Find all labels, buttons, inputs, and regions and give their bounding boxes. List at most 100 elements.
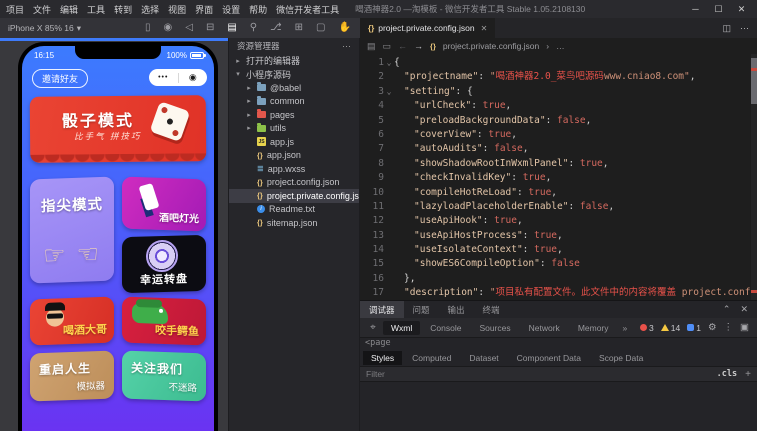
tree-item[interactable]: ▸ pages	[229, 108, 359, 122]
menu-item[interactable]: 视图	[168, 3, 186, 16]
explorer-more-icon[interactable]: ⋯	[342, 41, 351, 52]
close-button[interactable]: ✕	[732, 4, 751, 15]
tile-biting-crocodile[interactable]: 咬手鳄鱼	[122, 296, 206, 346]
menu-item[interactable]: 选择	[141, 3, 159, 16]
code-text: "projectname": "喝酒神器2.0_菜鸟吧源码www.cniao8.…	[404, 71, 696, 83]
menu-item[interactable]: 转到	[114, 3, 132, 16]
filter-input[interactable]	[366, 369, 717, 379]
code-text: "preloadBackgroundData": false,	[414, 114, 592, 126]
tree-item[interactable]: {} sitemap.json	[229, 216, 359, 230]
search-icon[interactable]: ⚲	[250, 23, 257, 33]
styles-tab[interactable]: Scope Data	[591, 351, 651, 365]
collapse-panel-icon[interactable]: ⌃	[723, 304, 731, 315]
bookmark-icon[interactable]: ▭	[383, 41, 392, 52]
undock-icon[interactable]: ▣	[740, 322, 749, 333]
styles-tab[interactable]: Component Data	[509, 351, 589, 365]
devtools-tab[interactable]: Wxml	[383, 320, 421, 335]
breadcrumb-file[interactable]: project.private.config.json	[443, 41, 539, 51]
invite-friends-button[interactable]: 邀请好友	[32, 69, 89, 88]
back-arrow-icon[interactable]: ←	[398, 41, 407, 51]
devtools-tab[interactable]: Sources	[471, 321, 518, 335]
forward-arrow-icon[interactable]: →	[414, 41, 423, 51]
maximize-button[interactable]: ☐	[709, 4, 728, 15]
debugger-tab[interactable]: 问题	[404, 301, 439, 318]
mute-icon[interactable]: ◁	[185, 23, 193, 33]
tree-arrow-icon: ▸	[247, 84, 251, 92]
tree-item[interactable]: ▸ 打开的编辑器	[229, 54, 359, 68]
tile-fingertip-mode[interactable]: 指尖模式 ☞ ☜	[30, 176, 114, 284]
tree-item[interactable]: {} project.private.config.js...	[229, 189, 359, 203]
tree-item[interactable]: ▾ 小程序源码	[229, 68, 359, 82]
menu-item[interactable]: 工具	[87, 3, 105, 16]
code-editor[interactable]: 1 ⌄{2 "projectname": "喝酒神器2.0_菜鸟吧源码www.cni…	[360, 54, 751, 300]
tree-item[interactable]: ▸ @babel	[229, 81, 359, 95]
code-line: 4 "urlCheck": true,	[360, 99, 751, 113]
gear-icon[interactable]: ⚙	[708, 322, 717, 333]
menu-item[interactable]: 文件	[33, 3, 51, 16]
editor-scrollbar[interactable]	[751, 54, 757, 300]
tree-item[interactable]: ▸ utils	[229, 122, 359, 136]
tree-item[interactable]: ≣ app.wxss	[229, 162, 359, 176]
tree-item[interactable]: ▸ common	[229, 95, 359, 109]
menu-item[interactable]: 微信开发者工具	[276, 3, 339, 16]
wxml-element-preview[interactable]: <page	[360, 338, 757, 350]
minimize-button[interactable]: ─	[686, 4, 705, 15]
error-count[interactable]: 3	[640, 323, 654, 333]
devtools-tab[interactable]: Network	[521, 321, 568, 335]
tile-lucky-wheel[interactable]: 幸运转盘	[122, 234, 206, 294]
tree-item[interactable]: {} project.config.json	[229, 176, 359, 190]
tile-bar-lights[interactable]: 酒吧灯光	[122, 176, 206, 232]
fold-icon[interactable]: ⌄	[384, 56, 394, 70]
info-count[interactable]: 1	[687, 323, 701, 333]
tab-overflow-icon[interactable]: »	[619, 323, 632, 333]
tile-follow-us[interactable]: 关注我们 不迷路	[122, 350, 206, 402]
window-icon[interactable]: ⊟	[206, 23, 214, 33]
dice-mode-banner[interactable]: 骰子模式 比手气 拼技巧	[29, 95, 207, 163]
grid-icon[interactable]: ⊞	[295, 23, 303, 33]
menu-item[interactable]: 界面	[195, 3, 213, 16]
kebab-menu-icon[interactable]: ⋮	[724, 322, 734, 333]
clipboard-icon[interactable]: ▤	[227, 23, 236, 33]
devtools-tab[interactable]: Memory	[570, 321, 617, 335]
simulator-icon[interactable]: ▯	[145, 23, 151, 33]
warning-count[interactable]: 14	[660, 323, 680, 333]
hand-icon[interactable]: ✋	[339, 23, 351, 33]
tree-item[interactable]: {} app.json	[229, 149, 359, 163]
fold-icon[interactable]: ⌄	[384, 85, 394, 99]
status-time: 16:15	[34, 51, 55, 60]
tab-project-private-config[interactable]: {} project.private.config.json ✕	[360, 18, 496, 38]
device-selector[interactable]: iPhone X 85% 16 ▾	[8, 18, 81, 38]
styles-tab[interactable]: Dataset	[461, 351, 506, 365]
tile-drinking-brother[interactable]: 喝酒大哥	[30, 296, 114, 346]
split-editor-icon[interactable]: ◫	[722, 23, 731, 34]
menu-item[interactable]: 编辑	[60, 3, 78, 16]
breadcrumb-more[interactable]: …	[556, 41, 565, 51]
debugger-tab[interactable]: 终端	[474, 301, 509, 318]
add-rule-icon[interactable]: +	[745, 369, 751, 380]
tab-close-icon[interactable]: ✕	[481, 24, 488, 33]
tile-restart-life[interactable]: 重启人生 模拟器	[30, 350, 114, 402]
devtools-tab[interactable]: Console	[422, 321, 469, 335]
inspect-element-icon[interactable]: ⌖	[365, 322, 381, 333]
tree-item[interactable]: JS app.js	[229, 135, 359, 149]
capsule-more-icon[interactable]: •••	[149, 74, 178, 81]
fold-icon	[384, 114, 394, 128]
compile-icon[interactable]: ◉	[164, 23, 173, 33]
outline-icon[interactable]: ▤	[367, 41, 376, 52]
branch-icon[interactable]: ⎇	[270, 23, 282, 33]
menu-item[interactable]: 项目	[6, 3, 24, 16]
preview-icon[interactable]: ▢	[316, 23, 325, 33]
capsule-close-icon[interactable]: ◉	[179, 72, 208, 83]
menu-item[interactable]: 设置	[222, 3, 240, 16]
styles-tab[interactable]: Computed	[404, 351, 459, 365]
close-panel-icon[interactable]: ✕	[740, 304, 748, 315]
window-controls: ─ ☐ ✕	[686, 4, 751, 15]
styles-tab[interactable]: Styles	[363, 351, 403, 365]
tree-item[interactable]: i Readme.txt	[229, 203, 359, 217]
debugger-tab[interactable]: 调试器	[360, 301, 404, 318]
menu-item[interactable]: 帮助	[249, 3, 267, 16]
scrollbar-thumb[interactable]	[751, 58, 757, 104]
more-actions-icon[interactable]: ⋯	[740, 23, 749, 34]
debugger-tab[interactable]: 输出	[439, 301, 474, 318]
cls-toggle[interactable]: .cls	[717, 369, 737, 379]
